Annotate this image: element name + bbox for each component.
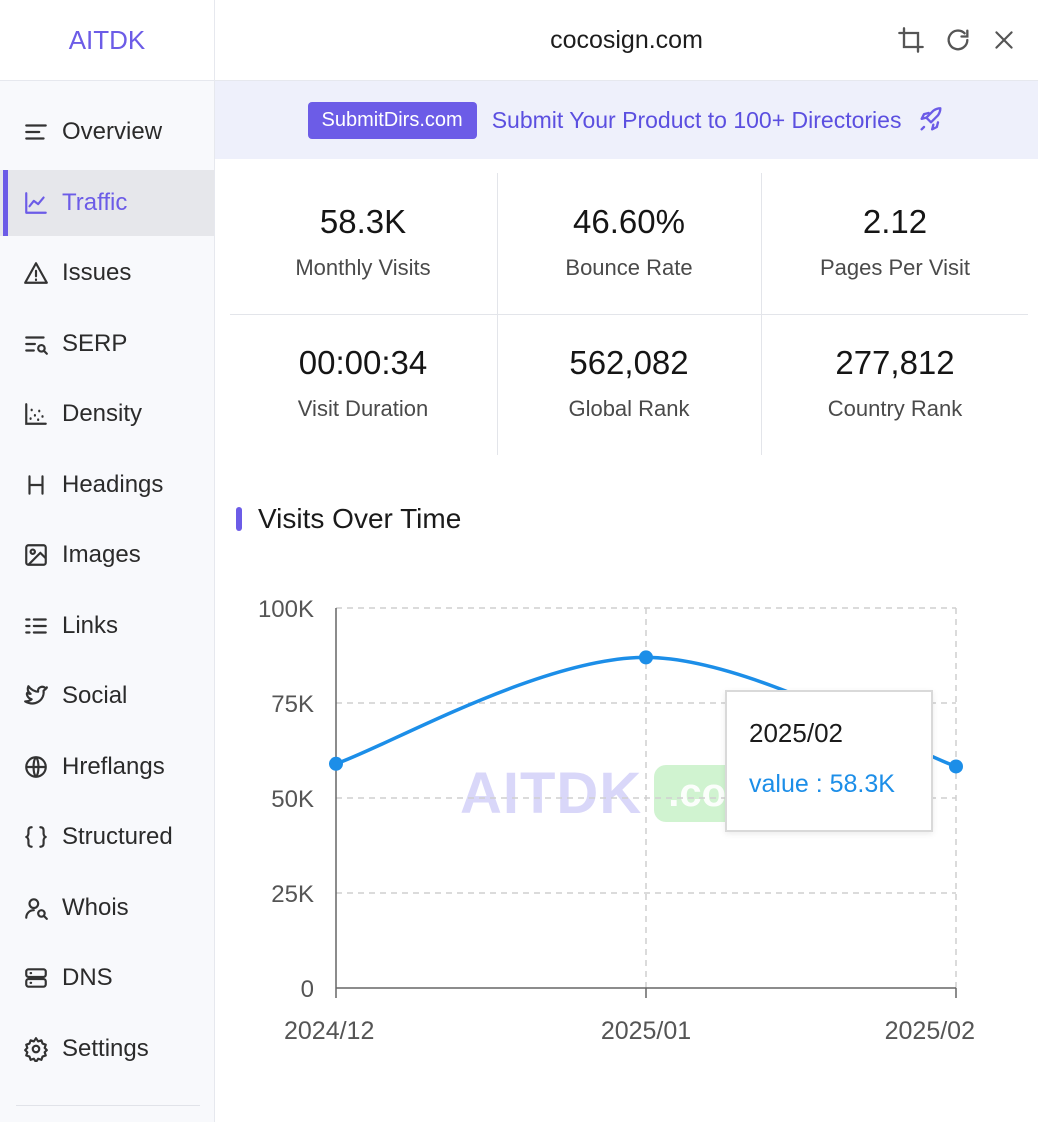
close-icon[interactable] (989, 25, 1019, 55)
density-icon (22, 400, 50, 428)
serp-icon (22, 330, 50, 358)
sidebar-item-label: Issues (62, 259, 132, 286)
crop-icon[interactable] (896, 25, 926, 55)
sidebar-item-label: Hreflangs (62, 752, 165, 780)
promo-pill[interactable]: SubmitDirs.com (307, 101, 477, 139)
x-tick-label: 2025/01 (601, 1017, 691, 1045)
y-tick-label: 100K (258, 596, 314, 623)
stat-pages-per-visit: 2.12 Pages Per Visit (762, 173, 1028, 314)
promo-text[interactable]: Submit Your Product to 100+ Directories (492, 107, 902, 134)
sidebar-item-links[interactable]: Links (0, 593, 214, 659)
data-point (329, 756, 343, 771)
user-search-icon (22, 894, 50, 922)
sidebar-item-label: Structured (62, 823, 173, 850)
sidebar-item-whois[interactable]: Whois (0, 875, 214, 941)
stat-visit-duration: 00:00:34 Visit Duration (230, 314, 496, 455)
stat-label: Global Rank (568, 396, 690, 421)
promo-banner[interactable]: SubmitDirs.com Submit Your Product to 10… (215, 81, 1038, 159)
tooltip-title: 2025/02 (749, 718, 843, 748)
image-icon (22, 541, 50, 569)
sidebar: AITDK Overview Traffic Issues SERP Densi… (0, 0, 215, 1122)
x-tick-label: 2024/12 (284, 1017, 374, 1045)
stat-value: 00:00:34 (298, 344, 428, 381)
sidebar-item-label: Links (62, 611, 119, 639)
stat-label: Bounce Rate (565, 255, 693, 280)
brand-logo[interactable]: AITDK (0, 0, 214, 81)
sidebar-item-label: Headings (62, 470, 164, 498)
stat-label: Monthly Visits (295, 255, 431, 280)
warning-icon (22, 259, 50, 287)
refresh-icon[interactable] (943, 25, 973, 55)
chart-tooltip: 2025/02 value : 58.3K (725, 690, 933, 832)
heading-icon (22, 471, 50, 499)
stat-value: 2.12 (862, 203, 928, 240)
stat-monthly-visits: 58.3K Monthly Visits (230, 173, 496, 314)
sidebar-item-traffic[interactable]: Traffic (0, 169, 214, 236)
links-icon (22, 612, 50, 640)
sidebar-item-serp[interactable]: SERP (0, 311, 214, 377)
server-icon (22, 964, 50, 992)
sidebar-item-label: Whois (62, 893, 129, 921)
sidebar-item-images[interactable]: Images (0, 522, 214, 588)
sidebar-item-settings[interactable]: Settings (0, 1016, 214, 1082)
y-tick-label: 0 (301, 976, 314, 1003)
header: cocosign.com (215, 0, 1038, 81)
sidebar-item-hreflangs[interactable]: Hreflangs (0, 734, 214, 800)
stat-bounce-rate: 46.60% Bounce Rate (496, 173, 762, 314)
overview-icon (22, 118, 50, 146)
x-tick-label: 2025/02 (885, 1017, 975, 1045)
sidebar-item-density[interactable]: Density (0, 381, 214, 447)
stat-value: 58.3K (319, 203, 407, 240)
sidebar-item-label: Traffic (62, 188, 128, 216)
globe-icon (22, 753, 50, 781)
stat-label: Visit Duration (297, 396, 429, 421)
sidebar-item-headings[interactable]: Headings (0, 452, 214, 518)
stat-value: 562,082 (569, 344, 689, 381)
sidebar-item-label: Density (62, 400, 143, 427)
sidebar-item-label: SERP (62, 329, 128, 357)
y-tick-label: 50K (271, 786, 314, 813)
twitter-icon (22, 682, 50, 710)
sidebar-item-structured[interactable]: Structured (0, 804, 214, 870)
grid-divider (230, 314, 1028, 315)
sidebar-item-label: Settings (62, 1034, 149, 1062)
sidebar-item-label: Social (62, 682, 128, 709)
tooltip-value: value : 58.3K (749, 770, 895, 798)
stat-value: 277,812 (835, 344, 955, 381)
section-title: Visits Over Time (258, 503, 462, 534)
sidebar-item-label: DNS (62, 964, 113, 991)
stat-label: Country Rank (827, 396, 963, 421)
sidebar-item-social[interactable]: Social (0, 663, 214, 729)
traffic-icon (22, 189, 50, 217)
stat-global-rank: 562,082 Global Rank (496, 314, 762, 455)
section-header: Visits Over Time (236, 503, 461, 535)
data-point (949, 759, 963, 774)
stat-country-rank: 277,812 Country Rank (762, 314, 1028, 455)
gear-icon (22, 1035, 50, 1063)
stat-label: Pages Per Visit (819, 255, 970, 280)
data-point (639, 650, 653, 665)
stat-value: 46.60% (573, 203, 685, 240)
y-tick-label: 25K (271, 881, 314, 908)
sidebar-item-label: Overview (62, 118, 163, 145)
sidebar-item-issues[interactable]: Issues (0, 240, 214, 306)
sidebar-nav: Overview Traffic Issues SERP Density Hea… (0, 99, 214, 1086)
sidebar-divider (16, 1105, 200, 1106)
section-accent (236, 507, 242, 531)
y-tick-label: 75K (271, 691, 314, 718)
sidebar-item-dns[interactable]: DNS (0, 945, 214, 1011)
rocket-icon (920, 107, 942, 131)
sidebar-item-overview[interactable]: Overview (0, 99, 214, 165)
stats-grid: 58.3K Monthly Visits 46.60% Bounce Rate … (230, 173, 1028, 455)
sidebar-item-label: Images (62, 541, 141, 568)
braces-icon (22, 823, 50, 851)
